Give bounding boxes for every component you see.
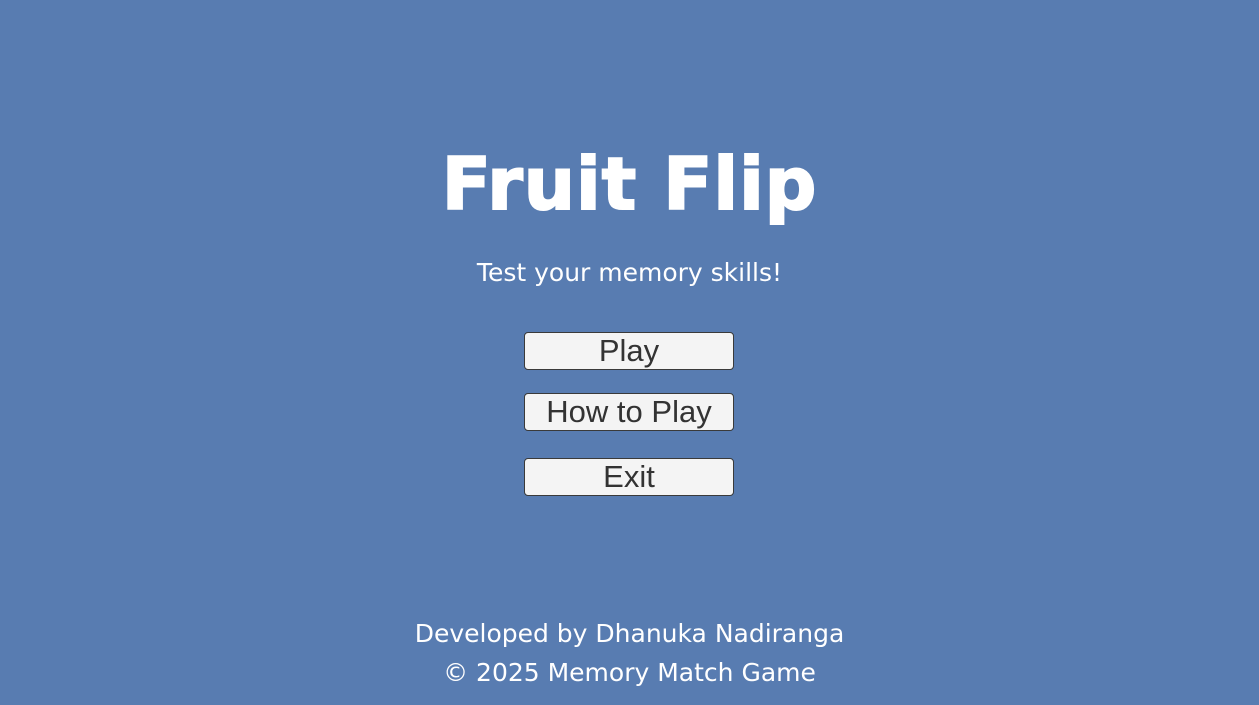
- main-menu-screen: Fruit Flip Test your memory skills! Play…: [0, 0, 1259, 705]
- how-to-play-button[interactable]: How to Play: [524, 393, 734, 431]
- copyright-notice: © 2025 Memory Match Game: [443, 658, 816, 687]
- play-button[interactable]: Play: [524, 332, 734, 370]
- exit-button[interactable]: Exit: [524, 458, 734, 496]
- game-tagline: Test your memory skills!: [476, 258, 783, 287]
- developer-credit: Developed by Dhanuka Nadiranga: [414, 619, 845, 648]
- game-title: Fruit Flip: [441, 141, 818, 227]
